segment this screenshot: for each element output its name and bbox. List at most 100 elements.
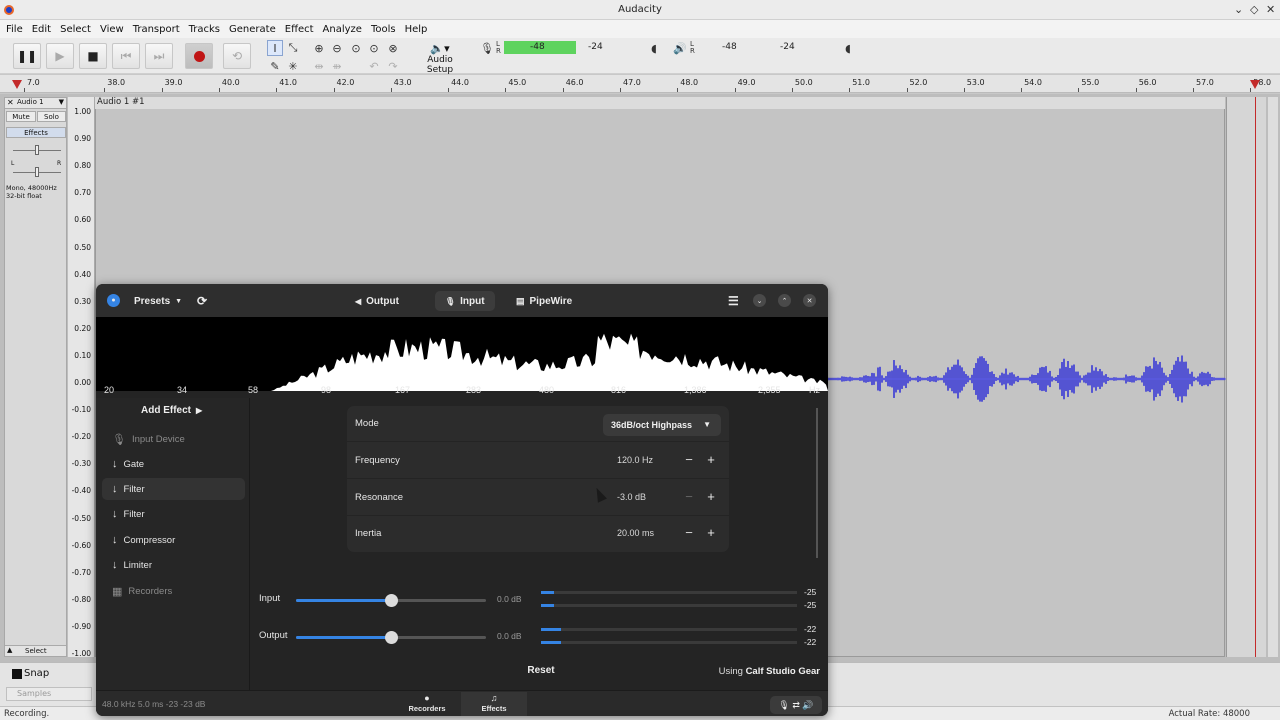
- track-select-bar[interactable]: ▲ Select: [5, 645, 66, 656]
- draw-tool-icon[interactable]: ✎: [267, 58, 283, 74]
- pan-slider-knob[interactable]: [35, 167, 39, 177]
- inertia-decrease-button[interactable]: −: [681, 524, 697, 542]
- menu-select[interactable]: Select: [58, 24, 98, 35]
- minimize-button[interactable]: ⌄: [753, 294, 766, 307]
- pan-slider[interactable]: [13, 167, 61, 177]
- gain-slider-knob[interactable]: [35, 145, 39, 155]
- main-menu-button[interactable]: ☰: [728, 291, 739, 311]
- select-button[interactable]: Select: [25, 647, 47, 655]
- stop-button[interactable]: ■: [79, 43, 107, 69]
- track-name[interactable]: Audio 1: [17, 98, 44, 106]
- solo-button[interactable]: Solo: [37, 111, 66, 122]
- recording-meter[interactable]: -48 -24: [504, 41, 654, 55]
- close-button[interactable]: ✕: [803, 294, 816, 307]
- menu-generate[interactable]: Generate: [227, 24, 283, 35]
- menu-help[interactable]: Help: [403, 24, 435, 35]
- nav-effects[interactable]: ♫ Effects: [461, 692, 527, 716]
- menu-file[interactable]: File: [4, 24, 30, 35]
- collapse-icon[interactable]: ▲: [7, 646, 12, 654]
- minimize-icon[interactable]: ⌄: [1234, 3, 1243, 16]
- nav-recorders[interactable]: ● Recorders: [394, 692, 460, 716]
- inertia-increase-button[interactable]: +: [703, 524, 719, 542]
- output-gain-knob[interactable]: [385, 631, 398, 644]
- device-toggle-button[interactable]: 🎙 ⇄ 🔊: [770, 696, 822, 714]
- play-head-icon[interactable]: [12, 80, 22, 89]
- add-effect-button[interactable]: Add Effect ▶: [141, 405, 202, 421]
- reset-button[interactable]: Reset: [523, 662, 559, 680]
- tab-output[interactable]: ◀ Output: [355, 291, 399, 311]
- timeline-ruler[interactable]: 7.0 38.0 39.0 40.0 41.0 42.0 43.0 44.0 45.0 46.0 4…: [0, 75, 1280, 93]
- multi-tool-icon[interactable]: ✳: [285, 58, 301, 74]
- effect-filter[interactable]: ↓ Filter: [102, 503, 245, 525]
- menu-edit[interactable]: Edit: [30, 24, 58, 35]
- track-close-icon[interactable]: ✕: [7, 98, 14, 107]
- effect-compressor[interactable]: ↓ Compressor: [102, 529, 245, 551]
- clip-name[interactable]: Audio 1 #1: [95, 97, 1225, 109]
- effect-input-device[interactable]: 🎙 Input Device: [102, 428, 245, 450]
- track-menu-icon[interactable]: ▼: [59, 98, 64, 106]
- menu-tracks[interactable]: Tracks: [187, 24, 227, 35]
- effects-button[interactable]: Effects: [6, 127, 66, 138]
- record-button[interactable]: [185, 43, 213, 69]
- zoom-out-icon[interactable]: ⊖: [329, 40, 345, 56]
- inertia-input[interactable]: 20.00 ms: [617, 528, 654, 538]
- play-volume-icon[interactable]: ◖: [840, 40, 856, 56]
- snap-checkbox[interactable]: [12, 668, 22, 679]
- effect-gate[interactable]: ↓ Gate: [102, 453, 245, 475]
- resonance-increase-button[interactable]: +: [703, 488, 719, 506]
- fit-selection-icon[interactable]: ⊙: [348, 40, 364, 56]
- envelope-tool-icon[interactable]: ⤡: [285, 40, 301, 56]
- input-gain-slider[interactable]: [296, 594, 486, 607]
- fit-project-icon[interactable]: ⊙: [366, 40, 382, 56]
- silence-icon[interactable]: ⇻: [329, 58, 345, 74]
- bypass-button[interactable]: ⟳: [197, 291, 207, 311]
- microphone-icon[interactable]: 🎙: [479, 40, 495, 56]
- loop-button[interactable]: ⟲: [223, 43, 251, 69]
- input-gain-knob[interactable]: [385, 594, 398, 607]
- play-button[interactable]: ▶: [46, 43, 74, 69]
- snap-units-select[interactable]: Samples: [6, 687, 92, 701]
- effect-limiter[interactable]: ↓ Limiter: [102, 554, 245, 576]
- maximize-button[interactable]: ⌃: [778, 294, 791, 307]
- add-effect-label: Add Effect: [141, 405, 191, 416]
- menu-tools[interactable]: Tools: [369, 24, 403, 35]
- pause-button[interactable]: ❚❚: [13, 43, 41, 69]
- resonance-input[interactable]: -3.0 dB: [617, 492, 646, 502]
- menu-transport[interactable]: Transport: [131, 24, 187, 35]
- menu-effect[interactable]: Effect: [283, 24, 321, 35]
- rec-volume-icon[interactable]: ◖: [646, 40, 662, 56]
- zoom-in-icon[interactable]: ⊕: [311, 40, 327, 56]
- playback-meter[interactable]: -48 -24: [698, 41, 848, 55]
- zoom-toggle-icon[interactable]: ⊗: [385, 40, 401, 56]
- presets-button[interactable]: Presets ▼: [134, 291, 182, 311]
- selection-tool-icon[interactable]: I: [267, 40, 283, 56]
- resonance-decrease-button[interactable]: −: [681, 488, 697, 506]
- menu-analyze[interactable]: Analyze: [321, 24, 369, 35]
- effect-recorders[interactable]: ▦ Recorders: [102, 580, 245, 602]
- mode-dropdown[interactable]: 36dB/oct Highpass ▼: [603, 414, 721, 436]
- settings-scrollbar[interactable]: [816, 408, 818, 558]
- track-header[interactable]: ✕ Audio 1 ▼: [5, 98, 66, 109]
- snap-toggle[interactable]: Snap: [12, 668, 49, 679]
- skip-end-button[interactable]: ⏭: [145, 43, 173, 69]
- close-icon[interactable]: ✕: [1266, 3, 1275, 16]
- frequency-input[interactable]: 120.0 Hz: [617, 455, 653, 465]
- redo-icon[interactable]: ↷: [385, 58, 401, 74]
- maximize-icon[interactable]: ◇: [1250, 3, 1258, 16]
- record-dot-icon: ●: [424, 693, 430, 703]
- effect-filter-selected[interactable]: ↓ Filter: [102, 478, 245, 500]
- tab-input[interactable]: 🎙 Input: [435, 291, 495, 311]
- mute-button[interactable]: Mute: [6, 111, 36, 122]
- tab-pipewire[interactable]: ▤ PipeWire: [516, 291, 572, 311]
- output-gain-slider[interactable]: [296, 631, 486, 644]
- undo-icon[interactable]: ↶: [366, 58, 382, 74]
- frequency-decrease-button[interactable]: −: [681, 451, 697, 469]
- audio-setup-button[interactable]: 🔈▾ Audio Setup: [413, 41, 467, 75]
- vertical-scrollbar[interactable]: [1268, 97, 1278, 657]
- skip-start-button[interactable]: ⏮: [112, 43, 140, 69]
- gain-slider[interactable]: [13, 145, 61, 155]
- frequency-increase-button[interactable]: +: [703, 451, 719, 469]
- trim-icon[interactable]: ⇹: [311, 58, 327, 74]
- playback-speaker-icon[interactable]: 🔊: [672, 40, 688, 56]
- menu-view[interactable]: View: [98, 24, 131, 35]
